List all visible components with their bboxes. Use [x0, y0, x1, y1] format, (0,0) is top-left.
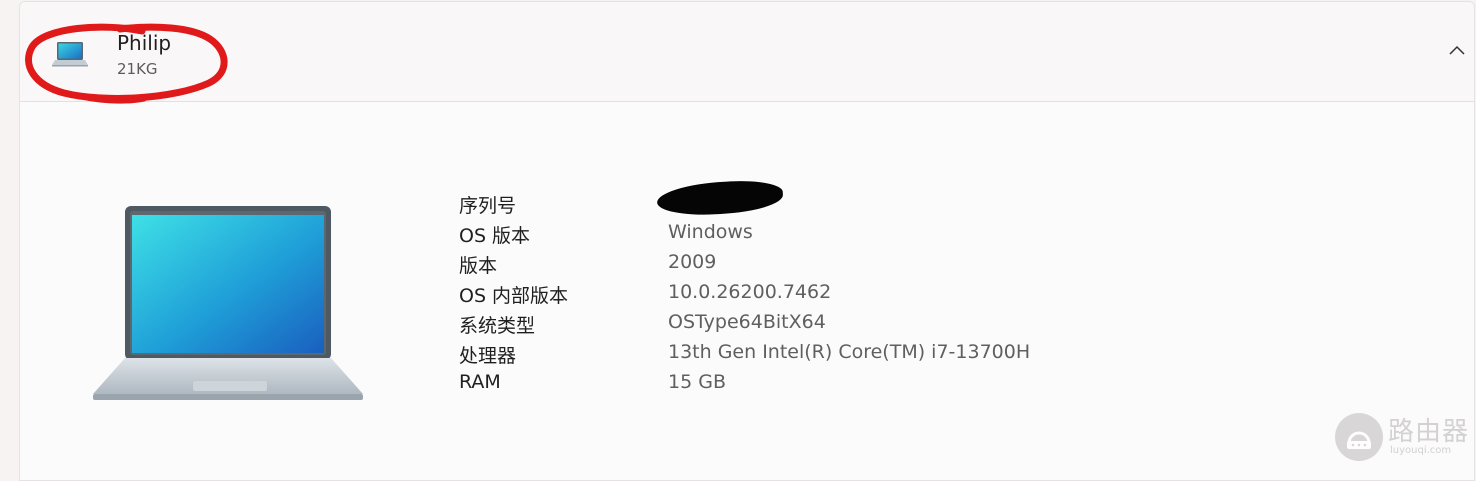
- spec-row-os-version: OS 版本 Windows: [459, 218, 1159, 248]
- router-logo-icon: [1335, 413, 1383, 461]
- spec-row-system-type: 系统类型 OSType64BitX64: [459, 308, 1159, 338]
- spec-label: RAM: [459, 371, 501, 393]
- spec-row-processor: 处理器 13th Gen Intel(R) Core(TM) i7-13700H: [459, 338, 1159, 368]
- spec-value: 2009: [668, 251, 717, 273]
- watermark-subtext: luyouqi.com: [1390, 445, 1452, 456]
- spec-row-os-build: OS 内部版本 10.0.26200.7462: [459, 278, 1159, 308]
- spec-label: 处理器: [459, 345, 517, 367]
- spec-label: OS 内部版本: [459, 285, 569, 307]
- device-subtitle: 21KG: [117, 60, 158, 78]
- laptop-icon: [52, 42, 88, 67]
- spec-label: OS 版本: [459, 225, 531, 247]
- spec-row-serial: 序列号: [459, 178, 1159, 218]
- spec-label: 序列号: [459, 195, 517, 217]
- watermark-text: 路由器: [1388, 417, 1470, 447]
- device-name: Philip: [117, 31, 172, 55]
- redaction-mark: [656, 178, 784, 218]
- spec-value: 15 GB: [668, 371, 726, 393]
- device-specs: 序列号 OS 版本 Windows 版本 2009 OS 内部版本 10.0.2…: [459, 178, 1159, 398]
- watermark: 路由器 luyouqi.com: [1332, 410, 1472, 466]
- device-card: Philip 21KG 序列号 OS 版本 Windows 版本 2009 OS…: [19, 1, 1475, 481]
- spec-value: Windows: [668, 221, 753, 243]
- spec-label: 版本: [459, 255, 498, 277]
- spec-row-ram: RAM 15 GB: [459, 368, 1159, 398]
- spec-value: OSType64BitX64: [668, 311, 826, 333]
- device-card-header[interactable]: Philip 21KG: [20, 2, 1474, 102]
- laptop-illustration: [93, 206, 363, 400]
- chevron-up-icon[interactable]: [1448, 42, 1466, 60]
- spec-label: 系统类型: [459, 315, 536, 337]
- spec-value: 10.0.26200.7462: [668, 281, 832, 303]
- spec-value: 13th Gen Intel(R) Core(TM) i7-13700H: [668, 341, 1031, 363]
- spec-row-version: 版本 2009: [459, 248, 1159, 278]
